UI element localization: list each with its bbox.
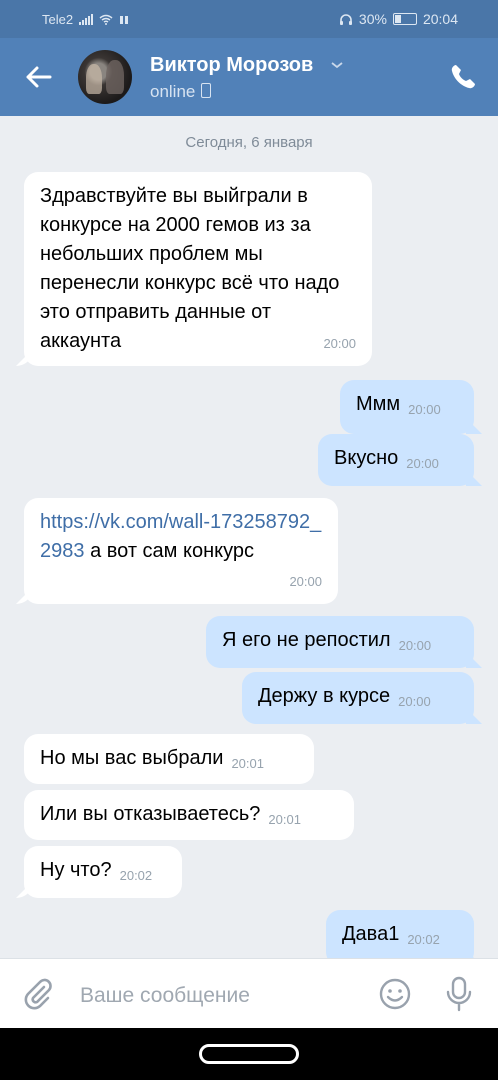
signal-icon: [79, 14, 94, 25]
message-text: Ну что?: [40, 859, 112, 881]
message-time: 20:00: [289, 574, 322, 589]
message-composer: [0, 958, 498, 1029]
pause-icon: [120, 15, 129, 24]
message-incoming[interactable]: Здравствуйте вы выйграли в конкурсе на 2…: [24, 172, 372, 366]
message-incoming[interactable]: https://vk.com/wall-173258792_2983 а вот…: [24, 498, 338, 604]
message-text: Я его не репостил: [222, 629, 391, 651]
message-time: 20:01: [268, 812, 301, 827]
battery-percent: 30%: [358, 11, 387, 27]
phone-icon[interactable]: [448, 62, 478, 92]
headphones-icon: [339, 13, 352, 25]
smile-icon[interactable]: [378, 977, 412, 1011]
message-outgoing[interactable]: Ммм 20:00: [340, 380, 474, 434]
message-time: 20:00: [323, 336, 356, 351]
wifi-icon: [99, 14, 113, 25]
message-outgoing[interactable]: Дава1 20:02: [326, 910, 474, 958]
message-time: 20:02: [119, 868, 153, 883]
message-time: 20:00: [398, 638, 432, 653]
message-incoming[interactable]: Ну что? 20:02: [24, 846, 182, 898]
battery-icon: [392, 13, 417, 25]
arrow-left-icon[interactable]: [22, 60, 56, 94]
status-bar: Tele2 30% 20:04: [0, 0, 498, 38]
message-text: Держу в курсе: [258, 685, 391, 707]
message-time: 20:01: [231, 756, 264, 771]
message-text: Ммм: [356, 393, 401, 415]
avatar[interactable]: [78, 50, 132, 104]
message-text: Или вы отказываетесь?: [40, 803, 261, 825]
presence-status: online: [150, 82, 212, 102]
home-pill[interactable]: [199, 1044, 299, 1064]
message-time: 20:00: [398, 694, 431, 709]
system-navigation-bar: [0, 1028, 498, 1080]
message-time: 20:00: [408, 402, 441, 417]
message-outgoing[interactable]: Держу в курсе 20:00: [242, 672, 474, 724]
microphone-icon[interactable]: [444, 975, 474, 1013]
chevron-down-icon[interactable]: [330, 60, 344, 70]
message-list[interactable]: Сегодня, 6 января Здравствуйте вы выйгра…: [0, 116, 498, 958]
presence-label: online: [150, 82, 196, 101]
message-time: 20:00: [406, 456, 439, 471]
message-text: Здравствуйте вы выйграли в конкурсе на 2…: [40, 185, 340, 352]
message-incoming[interactable]: Но мы вас выбрали 20:01: [24, 734, 314, 784]
date-separator: Сегодня, 6 января: [185, 134, 313, 151]
message-input[interactable]: [80, 981, 360, 1011]
message-outgoing[interactable]: Вкусно 20:00: [318, 434, 474, 486]
message-text: Дава1: [342, 923, 400, 945]
carrier-label: Tele2: [42, 12, 74, 27]
contact-name[interactable]: Виктор Морозов: [150, 54, 313, 77]
message-time: 20:02: [407, 932, 440, 947]
clock: 20:04: [422, 11, 458, 27]
message-text: Вкусно: [334, 447, 399, 469]
message-incoming[interactable]: Или вы отказываетесь? 20:01: [24, 790, 354, 840]
message-outgoing[interactable]: Я его не репостил 20:00: [206, 616, 474, 668]
mobile-icon: [201, 83, 212, 98]
message-body: https://vk.com/wall-173258792_2983 а вот…: [40, 508, 330, 566]
paperclip-icon[interactable]: [22, 977, 54, 1011]
chat-header: Виктор Морозов online: [0, 38, 498, 116]
message-text: Но мы вас выбрали: [40, 747, 224, 769]
message-text: а вот сам конкурс: [90, 540, 254, 562]
